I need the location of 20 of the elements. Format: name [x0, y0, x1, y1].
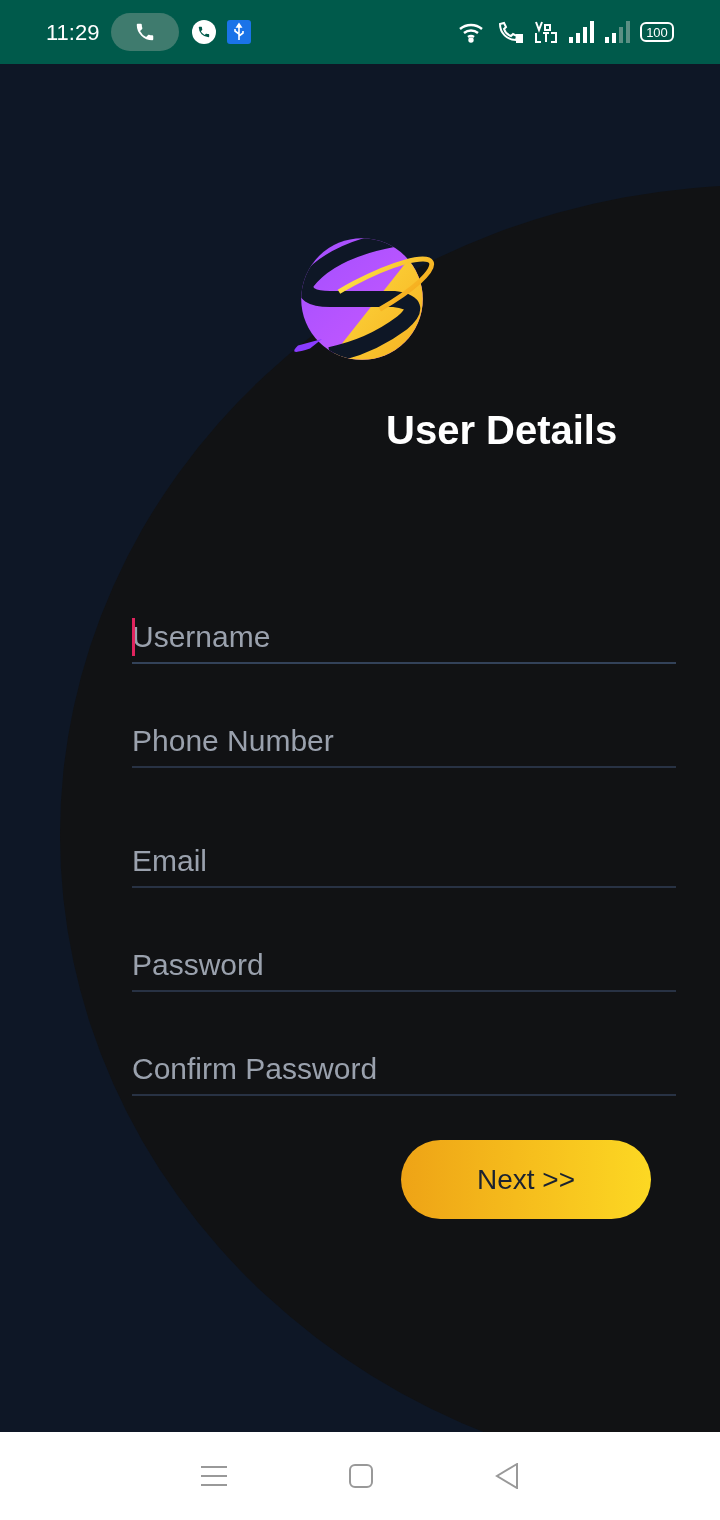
volte-icon: [534, 20, 558, 44]
call-pill[interactable]: [111, 13, 180, 51]
page-title: User Details: [386, 410, 619, 450]
home-icon[interactable]: [349, 1464, 373, 1488]
input-field[interactable]: Password: [132, 940, 676, 992]
back-icon[interactable]: [495, 1463, 519, 1489]
input-field[interactable]: Email: [132, 836, 676, 888]
chat-phone-icon: [191, 19, 218, 45]
signal-icon: [568, 21, 594, 43]
wifi-call-icon: [496, 20, 524, 44]
input-field[interactable]: Phone Number: [132, 716, 676, 768]
input-field[interactable]: Username: [132, 612, 676, 664]
clock-time: 11:29: [46, 18, 100, 47]
input-field[interactable]: Confirm Password: [132, 1044, 676, 1096]
next-button[interactable]: Next >>: [401, 1140, 651, 1219]
battery-indicator: 100: [640, 22, 674, 42]
usb-icon: [227, 20, 252, 44]
signal-icon: [604, 21, 630, 43]
text-cursor: [132, 618, 135, 656]
menu-icon[interactable]: [201, 1465, 227, 1487]
